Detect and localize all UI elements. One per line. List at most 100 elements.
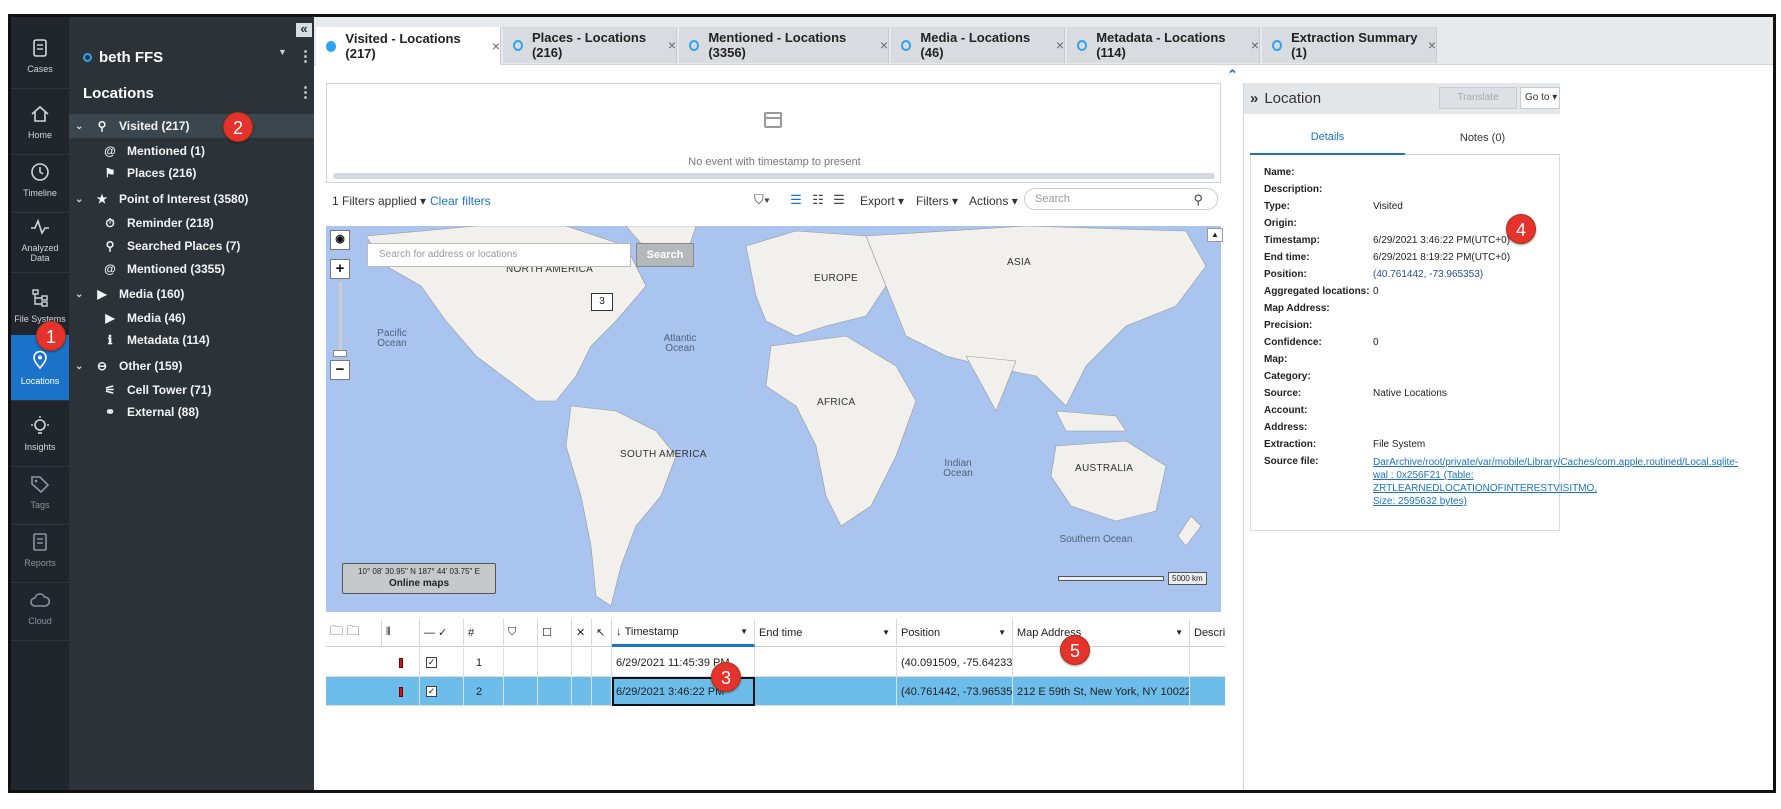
close-icon[interactable]: × — [492, 38, 500, 54]
zoom-slider-thumb[interactable] — [333, 350, 347, 357]
close-icon[interactable]: × — [1251, 37, 1259, 53]
deleted-header-icon[interactable]: ✕ — [572, 619, 592, 647]
zoom-in-button[interactable]: + — [330, 259, 350, 279]
tree-item-visited[interactable]: ⌄ ⚲ Visited (217) — [69, 114, 314, 138]
close-icon[interactable]: × — [1428, 37, 1436, 53]
check-list-icon[interactable]: ☷ — [808, 192, 828, 210]
tab-places-locations[interactable]: Places - Locations (216) × — [503, 27, 677, 63]
tag-filter-icon[interactable]: ⛉▾ — [752, 192, 772, 210]
export-menu[interactable]: Export ▾ — [860, 194, 904, 208]
rail-label: Locations — [20, 376, 60, 386]
column-menu-icon[interactable]: ▼ — [740, 627, 748, 636]
column-menu-icon[interactable]: ▼ — [882, 628, 890, 637]
close-icon[interactable]: × — [668, 37, 676, 53]
rail-timeline[interactable]: Timeline — [11, 147, 69, 213]
sidebar-menu-icon[interactable]: ⋮ — [298, 83, 313, 101]
rail-reports[interactable]: Reports — [11, 517, 69, 583]
tab-metadata-locations[interactable]: Metadata - Locations (114) × — [1067, 27, 1260, 63]
label-southern-ocean: Southern Ocean — [1059, 534, 1133, 545]
map-address-header[interactable]: Map Address ▼ — [1013, 619, 1190, 647]
zoom-slider-track[interactable] — [339, 282, 342, 354]
rail-home[interactable]: Home — [11, 89, 69, 155]
expand-chevron-icon[interactable]: » — [1250, 90, 1258, 107]
goto-dropdown[interactable]: Go to ▾ — [1520, 87, 1560, 109]
tree-item-places[interactable]: ⚑ Places (216) — [69, 161, 314, 185]
rail-tags[interactable]: Tags — [11, 459, 69, 525]
clear-filters-link[interactable]: Clear filters — [430, 194, 491, 208]
end-time-header-label: End time — [759, 626, 803, 639]
world-map[interactable]: NORTH AMERICA EUROPE ASIA AFRICA SOUTH A… — [326, 226, 1221, 612]
filters-menu[interactable]: Filters ▾ — [916, 194, 958, 208]
check-header-icon[interactable]: — ✓ — [420, 619, 464, 647]
case-selector[interactable]: beth FFS — [83, 49, 163, 66]
toggle-visibility-icon[interactable]: ◉ — [330, 230, 350, 250]
filters-applied-dropdown[interactable]: 1 Filters applied ▾ — [332, 194, 426, 208]
rail-insights[interactable]: Insights — [11, 401, 69, 467]
actions-menu[interactable]: Actions ▾ — [969, 194, 1018, 208]
map-search-input[interactable]: Search for address or locations — [367, 243, 631, 267]
table-row-selected[interactable]: ✓ 2 6/29/2021 3:46:22 PM (40.761442, -73… — [326, 677, 1225, 706]
tree-item-other[interactable]: ⌄ ⊖ Other (159) — [69, 354, 314, 378]
map-search-button[interactable]: Search — [636, 243, 694, 267]
tree-label: Cell Tower (71) — [127, 383, 212, 397]
flag-header-icon[interactable]: ⫴ — [382, 619, 420, 647]
tree-item-external[interactable]: ⚭ External (88) — [69, 400, 314, 424]
list-search-input[interactable]: Search ⚲ — [1024, 188, 1218, 210]
tab-mentioned-locations[interactable]: Mentioned - Locations (3356) × — [679, 27, 889, 63]
cursor-header-icon[interactable]: ↖ — [592, 619, 612, 647]
source-file-link[interactable]: DarArchive/root/private/var/mobile/Libra… — [1373, 456, 1738, 508]
online-maps-button[interactable]: 10° 08' 30.95" N 187° 44' 03.75" E Online… — [342, 563, 496, 594]
description-header[interactable]: Descri — [1190, 619, 1225, 647]
rail-analyzed-data[interactable]: Analyzed Data — [11, 207, 69, 273]
table-row[interactable]: ✓ 1 6/29/2021 11:45:39 PM (40.091509, -7… — [326, 648, 1225, 677]
detail-list-icon[interactable]: ☰ — [829, 192, 849, 210]
row-checkbox[interactable]: ✓ — [426, 686, 437, 697]
tab-notes[interactable]: Notes (0) — [1405, 121, 1560, 155]
map-expand-icon[interactable]: ▲ — [1207, 228, 1223, 242]
comment-header-icon[interactable]: ☐ — [538, 619, 572, 647]
list-view-icon[interactable]: ☰ — [786, 192, 806, 210]
case-menu-icon[interactable]: ⋮ — [298, 47, 313, 65]
detail-tabs: Details Notes (0) — [1250, 121, 1560, 155]
end-time-header[interactable]: End time ▼ — [755, 619, 897, 647]
tab-details[interactable]: Details — [1250, 121, 1405, 155]
tree-item-mentioned-poi[interactable]: @ Mentioned (3355) — [69, 257, 314, 281]
collapse-sidebar-button[interactable]: « — [296, 22, 312, 37]
label-south-america: SOUTH AMERICA — [620, 449, 707, 460]
tab-visited-locations[interactable]: Visited - Locations (217) × — [316, 27, 501, 65]
rail-cases[interactable]: Cases — [11, 23, 69, 89]
folder-header-icon[interactable]: 🗀 🗀 — [326, 619, 382, 647]
tag-header-icon[interactable]: ⛉ — [504, 619, 538, 647]
map-cluster-pin[interactable]: 3 — [591, 293, 613, 311]
tree-item-reminder[interactable]: ⏱ Reminder (218) — [69, 211, 314, 235]
case-dropdown-icon[interactable]: ▼ — [278, 47, 287, 57]
timeline-scrollbar[interactable] — [333, 173, 1215, 179]
tab-media-locations[interactable]: Media - Locations (46) × — [891, 27, 1065, 63]
timestamp-header[interactable]: ↓ Timestamp ▼ — [612, 619, 755, 647]
position-header[interactable]: Position ▼ — [897, 619, 1013, 647]
rail-cloud[interactable]: Cloud — [11, 575, 69, 641]
search-icon[interactable]: ⚲ — [1193, 190, 1203, 210]
tree-item-searched-places[interactable]: ⚲ Searched Places (7) — [69, 234, 314, 258]
detail-title: Location — [1264, 90, 1322, 107]
tree-item-metadata[interactable]: ℹ Metadata (114) — [69, 328, 314, 352]
num-header[interactable]: # — [464, 619, 504, 647]
close-icon[interactable]: × — [880, 37, 888, 53]
close-icon[interactable]: × — [1056, 37, 1064, 53]
callout-badge: 4 — [1506, 214, 1536, 244]
row-checkbox[interactable]: ✓ — [426, 657, 437, 668]
check-cell[interactable]: ✓ — [420, 677, 464, 706]
tree-item-point-of-interest[interactable]: ⌄ ★ Point of Interest (3580) — [69, 187, 314, 211]
collapse-timeline-icon[interactable]: ⌃ — [1227, 67, 1238, 83]
tree-item-media-group[interactable]: ⌄ ▶ Media (160) — [69, 282, 314, 306]
column-menu-icon[interactable]: ▼ — [1175, 628, 1183, 637]
tree-item-mentioned[interactable]: @ Mentioned (1) — [69, 139, 314, 163]
translate-button[interactable]: Translate — [1439, 87, 1517, 109]
tree-item-cell-tower[interactable]: ⚟ Cell Tower (71) — [69, 378, 314, 402]
tab-extraction-summary[interactable]: Extraction Summary (1) × — [1262, 27, 1437, 63]
case-name: beth FFS — [99, 49, 164, 66]
column-menu-icon[interactable]: ▼ — [998, 628, 1006, 637]
tree-item-media[interactable]: ▶ Media (46) — [69, 306, 314, 330]
check-cell[interactable]: ✓ — [420, 648, 464, 677]
zoom-out-button[interactable]: − — [330, 360, 350, 380]
